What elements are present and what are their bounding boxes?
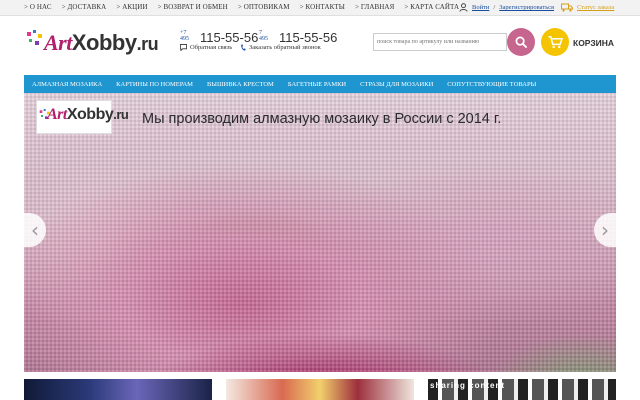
category-tile-2[interactable] xyxy=(226,379,414,400)
nav-item-frames[interactable]: БАГЕТНЫЕ РАМКИ xyxy=(281,81,353,88)
topnav-item-contacts[interactable]: > КОНТАКТЫ xyxy=(300,3,345,11)
logo-mosaic-icon xyxy=(27,30,42,45)
user-icon xyxy=(459,3,468,12)
slide-caption: Мы производим алмазную мозаику в России … xyxy=(142,111,502,127)
nav-item-accessories[interactable]: СОПУТСТВУЮЩИЕ ТОВАРЫ xyxy=(440,81,543,88)
cart-label[interactable]: КОРЗИНА xyxy=(573,38,614,48)
callback-label: Заказать обратный звонок xyxy=(249,44,321,51)
main-nav: АЛМАЗНАЯ МОЗАИКА КАРТИНЫ ПО НОМЕРАМ ВЫШИ… xyxy=(24,75,616,93)
top-nav: > О НАС > ДОСТАВКА > АКЦИИ > ВОЗВРАТ И О… xyxy=(24,3,459,11)
slide-logo-art: Art xyxy=(47,106,67,123)
logo-text: ArtXobby.ru xyxy=(44,30,159,56)
slide-logo-text: ArtXobby.ru xyxy=(47,106,129,124)
cart-icon xyxy=(548,35,563,48)
slider-next-button[interactable]: › xyxy=(594,213,616,247)
search-icon xyxy=(515,36,527,48)
slide-logo: ArtXobby.ru xyxy=(36,100,129,134)
nav-item-diamond-mosaic[interactable]: АЛМАЗНАЯ МОЗАИКА xyxy=(24,81,109,88)
phone-2-number[interactable]: 115-55-56 xyxy=(279,30,337,45)
login-area: Войти / Зарегистрироваться xyxy=(459,3,554,12)
register-link[interactable]: Зарегистрироваться xyxy=(499,4,554,11)
slide-logo-ru: .ru xyxy=(113,107,129,122)
nav-item-cross-stitch[interactable]: ВЫШИВКА КРЕСТОМ xyxy=(200,81,281,88)
topnav-item-home[interactable]: > ГЛАВНАЯ xyxy=(355,3,394,11)
order-status-link[interactable]: Статус заказа xyxy=(577,4,614,11)
hero-slider[interactable]: ArtXobby.ru Мы производим алмазную мозаи… xyxy=(24,93,616,372)
phone-handset-icon xyxy=(241,44,246,51)
slide-logo-xobby: Xobby xyxy=(66,106,114,123)
nav-item-paint-by-numbers[interactable]: КАРТИНЫ ПО НОМЕРАМ xyxy=(109,81,200,88)
phone-1-code: +7 495 xyxy=(180,30,189,42)
topnav-item-about[interactable]: > О НАС xyxy=(24,3,52,11)
phone-1-number[interactable]: 115-55-56 xyxy=(200,30,258,45)
callback-link[interactable]: Заказать обратный звонок xyxy=(240,44,321,51)
chevron-right-icon: › xyxy=(601,218,609,242)
site-logo[interactable]: ArtXobby.ru xyxy=(26,24,159,64)
topnav-item-wholesale[interactable]: > ОПТОВИКАМ xyxy=(238,3,290,11)
login-separator: / xyxy=(493,4,496,11)
topnav-item-sitemap[interactable]: > КАРТА САЙТА xyxy=(404,3,459,11)
logo-xobby: Xobby xyxy=(71,30,137,55)
category-tile-3[interactable]: sharing content xyxy=(428,379,616,400)
category-tile-1[interactable] xyxy=(24,379,212,400)
chevron-left-icon: ‹ xyxy=(31,218,39,242)
tile-3-words: sharing content xyxy=(430,381,506,390)
chat-icon xyxy=(180,44,187,51)
topnav-item-delivery[interactable]: > ДОСТАВКА xyxy=(62,3,107,11)
logo-art: Art xyxy=(44,30,72,55)
topnav-item-returns[interactable]: > ВОЗВРАТ И ОБМЕН xyxy=(158,3,228,11)
truck-icon xyxy=(561,3,573,12)
search-button[interactable] xyxy=(507,28,535,56)
order-status-area: Статус заказа xyxy=(561,3,614,12)
cart-button[interactable] xyxy=(541,28,569,56)
nav-item-rhinestones[interactable]: СТРАЗЫ ДЛЯ МОЗАИКИ xyxy=(353,81,440,88)
phone-2-code: 7 495 xyxy=(259,30,268,42)
feedback-label: Обратная связь xyxy=(190,44,233,51)
logo-ru: .ru xyxy=(136,34,159,54)
slider-prev-button[interactable]: ‹ xyxy=(24,213,46,247)
topnav-item-promotions[interactable]: > АКЦИИ xyxy=(116,3,147,11)
top-bar: > О НАС > ДОСТАВКА > АКЦИИ > ВОЗВРАТ И О… xyxy=(0,0,640,16)
feedback-link[interactable]: Обратная связь xyxy=(180,44,232,51)
search-input[interactable] xyxy=(373,33,507,51)
login-link[interactable]: Войти xyxy=(472,4,489,11)
